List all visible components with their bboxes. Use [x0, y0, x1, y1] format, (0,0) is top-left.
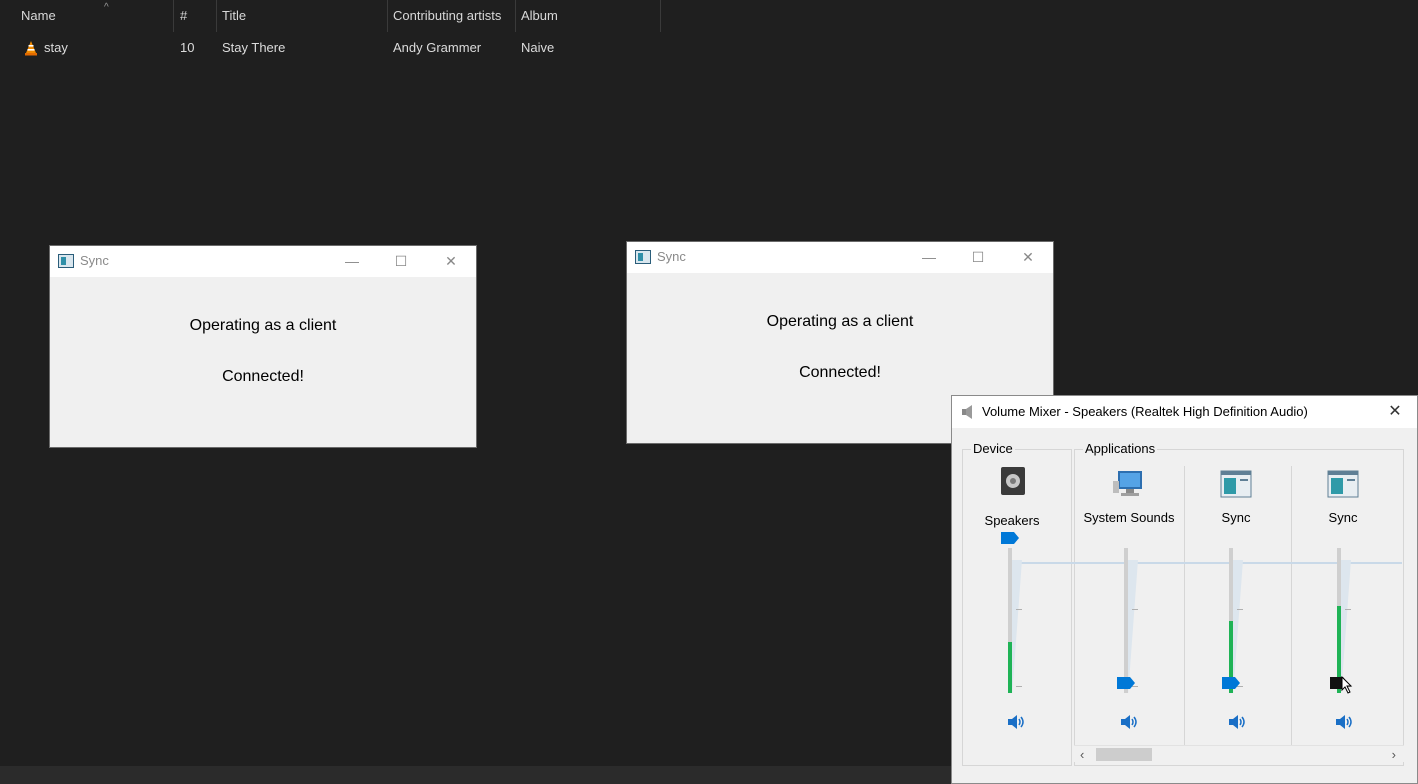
slider-tick [1345, 608, 1351, 610]
channel-label-system-sounds: System Sounds [1083, 510, 1175, 525]
volume-mixer-window: Volume Mixer - Speakers (Realtek High De… [951, 395, 1418, 784]
maximize-button[interactable]: ☐ [378, 246, 424, 277]
column-header-title[interactable]: Title [216, 0, 388, 32]
mouse-cursor-icon [1341, 676, 1353, 694]
applications-scrollbar[interactable]: ‹ › [1074, 745, 1404, 762]
window-title: Sync [80, 253, 109, 268]
column-header-artists[interactable]: Contributing artists [387, 0, 516, 32]
mute-button-sync[interactable] [1227, 714, 1247, 730]
mute-button-speakers[interactable] [1006, 714, 1026, 730]
channel-divider [1184, 466, 1185, 746]
slider-tick [1016, 685, 1022, 687]
track-album: Naive [521, 40, 555, 55]
channel-label-sync: Sync [1328, 510, 1358, 525]
column-header-name-label: Name [21, 8, 56, 23]
scroll-left-icon[interactable]: ‹ [1080, 746, 1084, 763]
column-header-artists-label: Contributing artists [393, 8, 502, 23]
volume-slider-thumb[interactable] [1000, 532, 1020, 544]
channel-divider [1291, 466, 1292, 746]
mute-button-system-sounds[interactable] [1119, 714, 1139, 730]
sync-titlebar[interactable]: Sync — ☐ ✕ [50, 246, 476, 277]
maximize-button[interactable]: ☐ [955, 242, 1001, 273]
channel-label-sync: Sync [1221, 510, 1251, 525]
window-title: Sync [657, 249, 686, 264]
status-connection-text: Connected! [799, 364, 881, 381]
slider-tick [1016, 608, 1022, 610]
sync-app-icon [635, 250, 651, 264]
column-header-album-label: Album [521, 8, 558, 23]
file-name: stay [44, 40, 68, 55]
close-button[interactable]: ✕ [1005, 242, 1051, 273]
channel-label-speakers: Speakers [984, 513, 1040, 528]
volume-slider-thumb[interactable] [1221, 677, 1241, 689]
speaker-icon [962, 405, 972, 419]
track-number: 10 [180, 40, 195, 55]
sync-titlebar[interactable]: Sync — ☐ ✕ [627, 242, 1053, 273]
track-title: Stay There [222, 40, 286, 55]
slider-tick [1237, 608, 1243, 610]
close-button[interactable]: ✕ [428, 246, 474, 277]
window-title: Volume Mixer - Speakers (Realtek High De… [982, 404, 1308, 419]
applications-group-label: Applications [1083, 441, 1158, 456]
minimize-button[interactable]: — [329, 246, 375, 277]
volume-slider-thumb[interactable] [1116, 677, 1136, 689]
column-header-name[interactable]: Name ^ [15, 0, 174, 32]
sync-app-icon [58, 254, 74, 268]
scroll-right-icon[interactable]: › [1392, 746, 1396, 763]
scrollbar-thumb[interactable] [1096, 748, 1152, 761]
column-header-number[interactable]: # [174, 0, 217, 32]
table-row[interactable]: stay 10 Stay There Andy Grammer Naive [0, 36, 660, 60]
column-header-title-label: Title [222, 8, 247, 23]
column-header-album[interactable]: Album [515, 0, 661, 32]
minimize-button[interactable]: — [906, 242, 952, 273]
status-mode-text: Operating as a client [766, 313, 914, 330]
status-connection-text: Connected! [222, 368, 304, 385]
status-mode-text: Operating as a client [189, 317, 337, 334]
sync-app-icon [1327, 470, 1359, 498]
sync-app-icon [1220, 470, 1252, 498]
peak-level-meter [1008, 642, 1012, 693]
mixer-titlebar[interactable]: Volume Mixer - Speakers (Realtek High De… [952, 396, 1417, 428]
device-group-label: Device [971, 441, 1015, 456]
system-sounds-icon [1113, 471, 1142, 496]
track-artist: Andy Grammer [393, 40, 482, 55]
close-button[interactable]: ✕ [1373, 396, 1417, 428]
sync-window: Sync — ☐ ✕ Operating as a client Connect… [49, 245, 477, 448]
mute-button-sync[interactable] [1334, 714, 1354, 730]
column-header-number-label: # [180, 8, 188, 23]
sort-ascending-icon: ^ [104, 2, 109, 13]
slider-tick [1132, 608, 1138, 610]
volume-slider-track[interactable] [1124, 548, 1128, 693]
speaker-device-icon [1001, 467, 1025, 495]
